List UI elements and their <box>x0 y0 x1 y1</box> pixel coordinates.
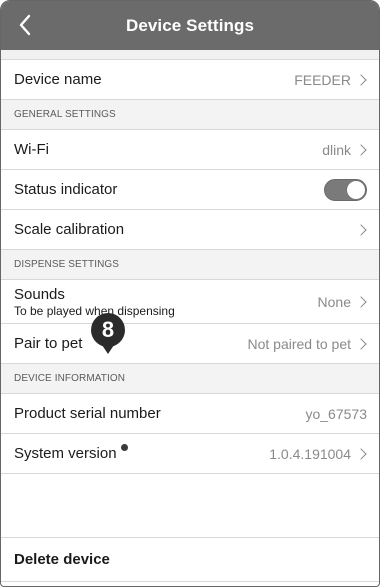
update-dot-icon <box>120 444 128 451</box>
wifi-value: dlink <box>322 141 351 158</box>
status-indicator-label: Status indicator <box>14 181 118 198</box>
pair-to-pet-value: Not paired to pet <box>247 335 351 352</box>
serial-number-label: Product serial number <box>14 405 161 422</box>
chevron-left-icon <box>19 14 31 36</box>
status-indicator-toggle[interactable] <box>324 178 367 201</box>
section-header-dispense: DISPENSE SETTINGS <box>1 250 379 280</box>
system-version-label: System version <box>14 445 117 462</box>
system-version-value-wrap: 1.0.4.191004 <box>269 446 367 462</box>
top-spacer <box>1 50 379 60</box>
serial-number-row: Product serial number yo_67573 <box>1 394 379 434</box>
section-header-general: GENERAL SETTINGS <box>1 100 379 130</box>
pair-to-pet-value-wrap: Not paired to pet <box>247 336 367 352</box>
chevron-right-icon <box>355 73 367 86</box>
device-name-label: Device name <box>14 71 102 88</box>
page-title: Device Settings <box>125 15 255 35</box>
blank-spacer <box>1 474 379 538</box>
pair-to-pet-label: Pair to pet <box>14 335 83 352</box>
header-bar: Device Settings <box>1 1 379 50</box>
status-indicator-row: Status indicator <box>1 170 379 210</box>
pair-to-pet-row[interactable]: Pair to pet Not paired to pet <box>1 324 379 364</box>
sounds-value: None <box>317 293 351 310</box>
chevron-right-icon <box>355 337 367 350</box>
scale-calibration-label: Scale calibration <box>14 221 125 238</box>
callout-marker: 8 <box>91 313 125 354</box>
system-version-value: 1.0.4.191004 <box>269 445 351 462</box>
back-button[interactable] <box>13 11 37 39</box>
device-name-value-wrap: FEEDER <box>294 72 367 88</box>
delete-device-row[interactable]: Delete device <box>1 538 379 582</box>
sounds-sublabel: To be played when dispensing <box>14 303 175 318</box>
sounds-value-wrap: None <box>318 294 367 310</box>
scale-calibration-value-wrap <box>355 223 367 236</box>
delete-device-button[interactable]: Delete device <box>14 551 110 568</box>
toggle-knob <box>347 180 365 199</box>
serial-number-value: yo_67573 <box>305 405 367 422</box>
sounds-row[interactable]: Sounds To be played when dispensing None <box>1 280 379 324</box>
system-version-label-wrap: System version <box>14 444 128 462</box>
scale-calibration-row[interactable]: Scale calibration <box>1 210 379 250</box>
chevron-right-icon <box>355 447 367 460</box>
chevron-right-icon <box>355 223 367 236</box>
sounds-label: Sounds <box>14 285 65 303</box>
wifi-label: Wi-Fi <box>14 141 49 158</box>
device-name-row[interactable]: Device name FEEDER <box>1 60 379 100</box>
sounds-text: Sounds To be played when dispensing <box>14 286 175 318</box>
wifi-row[interactable]: Wi-Fi dlink <box>1 130 379 170</box>
chevron-right-icon <box>355 143 367 156</box>
serial-number-value-wrap: yo_67573 <box>305 406 367 422</box>
section-header-device-info: DEVICE INFORMATION <box>1 364 379 394</box>
chevron-right-icon <box>355 295 367 308</box>
device-name-value: FEEDER <box>294 71 351 88</box>
device-settings-screen: Device Settings Device name FEEDER GENER… <box>0 0 380 587</box>
wifi-value-wrap: dlink <box>322 142 367 158</box>
system-version-row[interactable]: System version 1.0.4.191004 <box>1 434 379 474</box>
